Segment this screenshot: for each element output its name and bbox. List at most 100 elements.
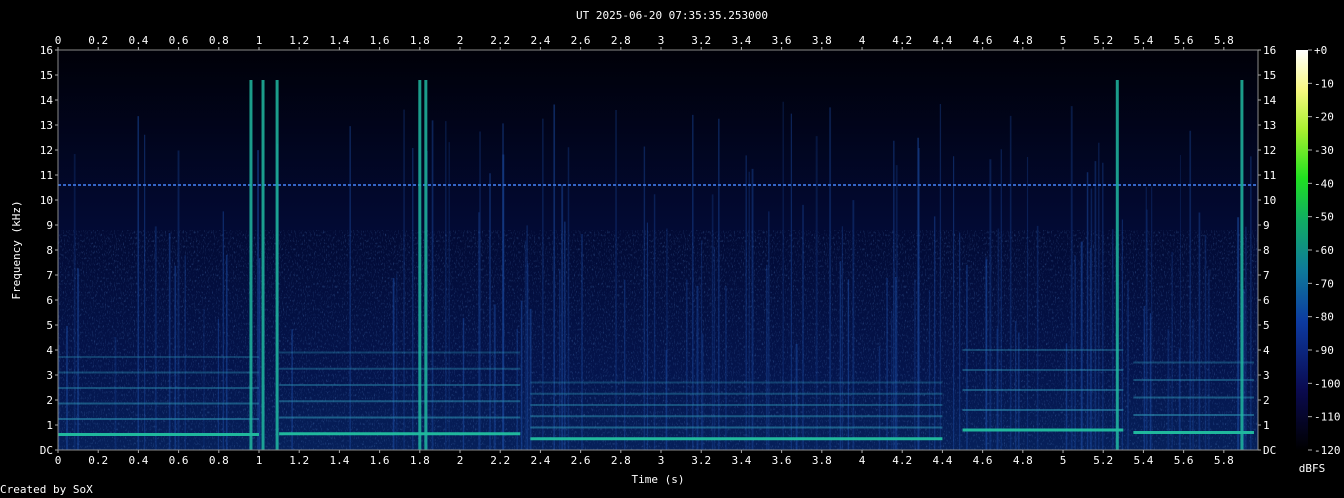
x-tick-label-bottom: 5.4 xyxy=(1133,454,1153,467)
y-tick-label-left: 2 xyxy=(46,394,53,407)
x-tick-label-bottom: 1 xyxy=(256,454,263,467)
x-tick-label-top: 5.8 xyxy=(1214,34,1234,47)
y-tick-label-right: 11 xyxy=(1263,169,1276,182)
x-tick-label-top: 0 xyxy=(55,34,62,47)
x-tick-label-bottom: 0.6 xyxy=(169,454,189,467)
x-tick-label-bottom: 3.2 xyxy=(691,454,711,467)
x-tick-label-top: 1 xyxy=(256,34,263,47)
x-tick-label-top: 5.4 xyxy=(1133,34,1153,47)
x-tick-label-top: 0.6 xyxy=(169,34,189,47)
x-tick-label-top: 0.8 xyxy=(209,34,229,47)
x-tick-label-top: 3.2 xyxy=(691,34,711,47)
x-tick-label-top: 3.6 xyxy=(772,34,792,47)
x-tick-label-bottom: 1.8 xyxy=(410,454,430,467)
x-tick-label-bottom: 3.4 xyxy=(731,454,751,467)
y-tick-label-left: 8 xyxy=(46,244,53,257)
x-tick-label-top: 3 xyxy=(658,34,665,47)
y-tick-label-right: 14 xyxy=(1263,94,1277,107)
colorbar-tick-label: -120 xyxy=(1314,444,1341,457)
x-tick-label-top: 2.6 xyxy=(571,34,591,47)
x-tick-label-top: 2 xyxy=(457,34,464,47)
x-tick-label-top: 1.2 xyxy=(289,34,309,47)
x-tick-label-bottom: 3.6 xyxy=(772,454,792,467)
y-tick-label-left: 11 xyxy=(40,169,53,182)
y-tick-label-left: 16 xyxy=(40,44,53,57)
x-tick-label-bottom: 0.8 xyxy=(209,454,229,467)
x-tick-label-bottom: 1.2 xyxy=(289,454,309,467)
y-tick-label-left: 4 xyxy=(46,344,53,357)
y-tick-label-right: 5 xyxy=(1263,319,1270,332)
x-tick-label-top: 3.4 xyxy=(731,34,751,47)
y-tick-label-right: 16 xyxy=(1263,44,1276,57)
x-tick-label-bottom: 4.4 xyxy=(932,454,952,467)
y-tick-label-left: 15 xyxy=(40,69,53,82)
x-tick-label-top: 5.6 xyxy=(1174,34,1194,47)
colorbar-tick-label: -90 xyxy=(1314,344,1334,357)
x-tick-label-top: 5 xyxy=(1060,34,1067,47)
x-tick-label-bottom: 5 xyxy=(1060,454,1067,467)
credit-text: Created by SoX xyxy=(0,483,93,496)
y-tick-label-right: 12 xyxy=(1263,144,1276,157)
colorbar-tick-label: -20 xyxy=(1314,111,1334,124)
x-tick-label-bottom: 5.2 xyxy=(1093,454,1113,467)
x-tick-label-top: 1.4 xyxy=(329,34,349,47)
x-tick-label-bottom: 5.6 xyxy=(1174,454,1194,467)
y-tick-label-left: 7 xyxy=(46,269,53,282)
y-tick-label-right: 8 xyxy=(1263,244,1270,257)
colorbar: dBFS +0 -10 -20 -30 -40 -50 -60 -70 -80 -90 -100 -1… xyxy=(1296,44,1341,475)
colorbar-tick-label: +0 xyxy=(1314,44,1327,57)
y-tick-label-left: 3 xyxy=(46,369,53,382)
y-tick-label-right: 1 xyxy=(1263,419,1270,432)
y-tick-label-right: 15 xyxy=(1263,69,1276,82)
x-tick-label-top: 2.8 xyxy=(611,34,631,47)
colorbar-tick-label: -60 xyxy=(1314,244,1334,257)
x-tick-label-bottom: 4.8 xyxy=(1013,454,1033,467)
colorbar-tick-label: -70 xyxy=(1314,277,1334,290)
chart-title: UT 2025-06-20 07:35:35.253000 xyxy=(575,9,769,22)
colorbar-tick-label: -110 xyxy=(1314,411,1341,424)
y-tick-label-left: 10 xyxy=(40,194,53,207)
y-tick-label-left: 13 xyxy=(40,119,53,132)
x-tick-label-bottom: 1.6 xyxy=(370,454,390,467)
x-tick-label-bottom: 2 xyxy=(457,454,464,467)
y-tick-label-left: 12 xyxy=(40,144,53,157)
x-axis-label: Time (s) xyxy=(632,473,685,486)
spectrogram-plot-area xyxy=(58,50,1258,450)
y-tick-label-right: 13 xyxy=(1263,119,1276,132)
y-tick-label-right: 6 xyxy=(1263,294,1270,307)
x-tick-label-top: 0.2 xyxy=(88,34,108,47)
y-tick-label-left: 6 xyxy=(46,294,53,307)
y-axis-label: Frequency (kHz) xyxy=(10,200,23,299)
colorbar-gradient xyxy=(1296,50,1308,450)
x-tick-label-bottom: 3.8 xyxy=(812,454,832,467)
x-tick-label-bottom: 2.8 xyxy=(611,454,631,467)
x-tick-label-bottom: 4 xyxy=(859,454,866,467)
x-tick-label-bottom: 0 xyxy=(55,454,62,467)
y-tick-label-left: 5 xyxy=(46,319,53,332)
y-tick-label-left: DC xyxy=(40,444,53,457)
x-tick-label-top: 1.8 xyxy=(410,34,430,47)
x-tick-label-bottom: 2.6 xyxy=(571,454,591,467)
y-tick-label-right: 3 xyxy=(1263,369,1270,382)
x-tick-label-bottom: 0.4 xyxy=(128,454,148,467)
colorbar-label: dBFS xyxy=(1299,462,1326,475)
x-tick-label-bottom: 4.6 xyxy=(973,454,993,467)
x-tick-label-top: 1.6 xyxy=(370,34,390,47)
colorbar-tick-label: -30 xyxy=(1314,144,1334,157)
x-tick-label-top: 2.4 xyxy=(530,34,550,47)
x-tick-label-bottom: 0.2 xyxy=(88,454,108,467)
x-tick-label-bottom: 1.4 xyxy=(329,454,349,467)
x-tick-label-top: 4.6 xyxy=(973,34,993,47)
y-tick-label-right: DC xyxy=(1263,444,1276,457)
x-tick-label-top: 4 xyxy=(859,34,866,47)
colorbar-tick-label: -80 xyxy=(1314,311,1334,324)
y-tick-label-left: 9 xyxy=(46,219,53,232)
colorbar-tick-label: -10 xyxy=(1314,77,1334,90)
colorbar-tick-label: -100 xyxy=(1314,377,1341,390)
y-tick-label-right: 4 xyxy=(1263,344,1270,357)
x-tick-label-bottom: 2.4 xyxy=(530,454,550,467)
x-tick-label-top: 3.8 xyxy=(812,34,832,47)
x-tick-label-bottom: 2.2 xyxy=(490,454,510,467)
x-tick-label-top: 5.2 xyxy=(1093,34,1113,47)
colorbar-tick-label: -50 xyxy=(1314,211,1334,224)
